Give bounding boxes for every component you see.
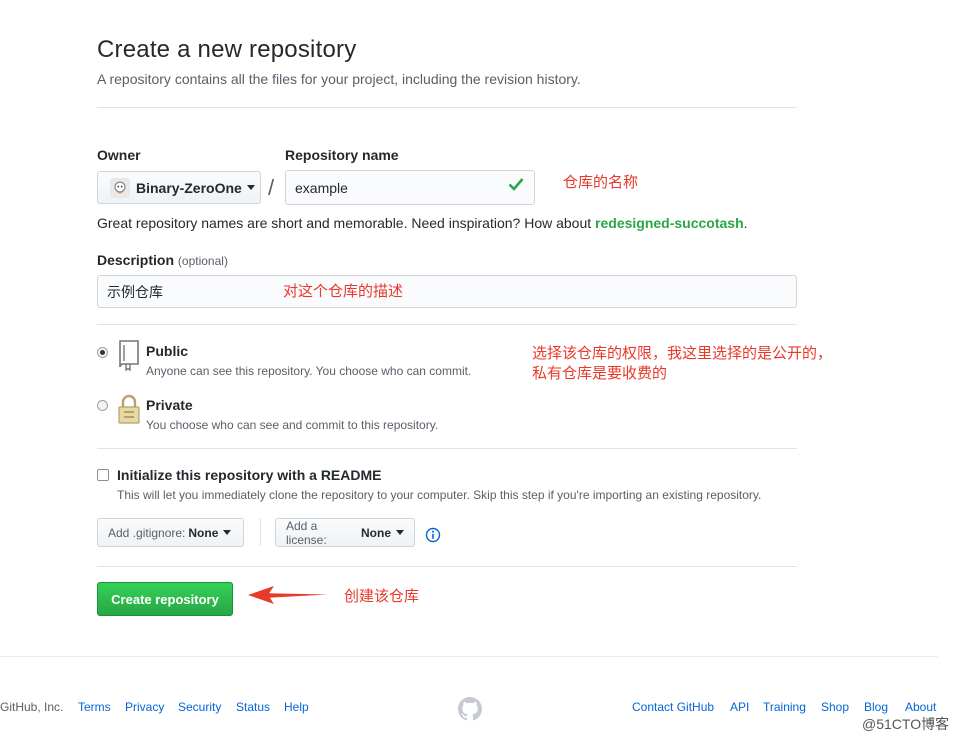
footer-link-shop[interactable]: Shop (821, 700, 849, 714)
github-logo-icon[interactable] (458, 697, 482, 726)
description-label: Description (optional) (97, 252, 228, 268)
gitignore-select[interactable]: Add .gitignore: None (97, 518, 244, 547)
owner-repo-separator: / (268, 175, 275, 200)
suggested-name-link[interactable]: redesigned-succotash (595, 215, 744, 231)
select-divider (260, 518, 261, 546)
footer-link-terms[interactable]: Terms (78, 700, 111, 714)
footer-link-contact[interactable]: Contact GitHub (632, 700, 714, 714)
annotation-description: 对这个仓库的描述 (283, 283, 404, 300)
public-radio[interactable] (97, 347, 108, 358)
create-repository-button[interactable]: Create repository (97, 582, 233, 616)
readme-label: Initialize this repository with a README (117, 467, 382, 483)
lock-icon (116, 393, 142, 430)
repository-name-input[interactable] (285, 170, 535, 205)
annotation-visibility-line2: 私有仓库是要收费的 (532, 365, 668, 382)
divider (97, 448, 797, 449)
watermark: @51CTO博客 (862, 716, 950, 732)
readme-description: This will let you immediately clone the … (117, 488, 762, 502)
footer-link-help[interactable]: Help (284, 700, 309, 714)
check-icon (508, 177, 524, 196)
chevron-down-icon (223, 530, 232, 535)
private-label: Private (146, 397, 193, 413)
footer-link-status[interactable]: Status (236, 700, 270, 714)
repo-icon (116, 339, 142, 376)
footer-copyright: GitHub, Inc. (0, 700, 64, 714)
page-subtitle: A repository contains all the files for … (97, 71, 581, 87)
owner-name: Binary-ZeroOne (136, 179, 242, 196)
footer-link-about[interactable]: About (905, 700, 936, 714)
chevron-down-icon (396, 530, 404, 535)
footer-link-api[interactable]: API (730, 700, 749, 714)
public-description: Anyone can see this repository. You choo… (146, 364, 472, 378)
license-select[interactable]: Add a license: None (275, 518, 415, 547)
private-description: You choose who can see and commit to thi… (146, 418, 439, 432)
arrow-icon (246, 585, 330, 610)
divider (97, 107, 797, 108)
footer-link-blog[interactable]: Blog (864, 700, 888, 714)
footer-link-security[interactable]: Security (178, 700, 221, 714)
footer-divider (0, 656, 938, 657)
annotation-visibility-line1: 选择该仓库的权限，我这里选择的是公开的， (532, 345, 833, 362)
private-radio[interactable] (97, 400, 108, 411)
name-hint: Great repository names are short and mem… (97, 215, 748, 231)
owner-avatar (110, 177, 130, 198)
description-input[interactable] (97, 275, 797, 308)
chevron-down-icon (246, 185, 255, 190)
divider (97, 566, 797, 567)
owner-label: Owner (97, 147, 141, 163)
readme-checkbox[interactable] (97, 469, 109, 481)
owner-select-button[interactable]: Binary-ZeroOne (97, 171, 261, 204)
annotation-create: 创建该仓库 (344, 588, 420, 605)
page-title: Create a new repository (97, 36, 357, 63)
annotation-name: 仓库的名称 (563, 174, 639, 191)
info-icon[interactable] (425, 527, 441, 548)
divider (97, 324, 797, 325)
optional-tag: (optional) (177, 254, 228, 268)
repo-name-label: Repository name (285, 147, 399, 163)
footer-link-privacy[interactable]: Privacy (125, 700, 164, 714)
footer-link-training[interactable]: Training (763, 700, 806, 714)
public-label: Public (146, 343, 189, 359)
